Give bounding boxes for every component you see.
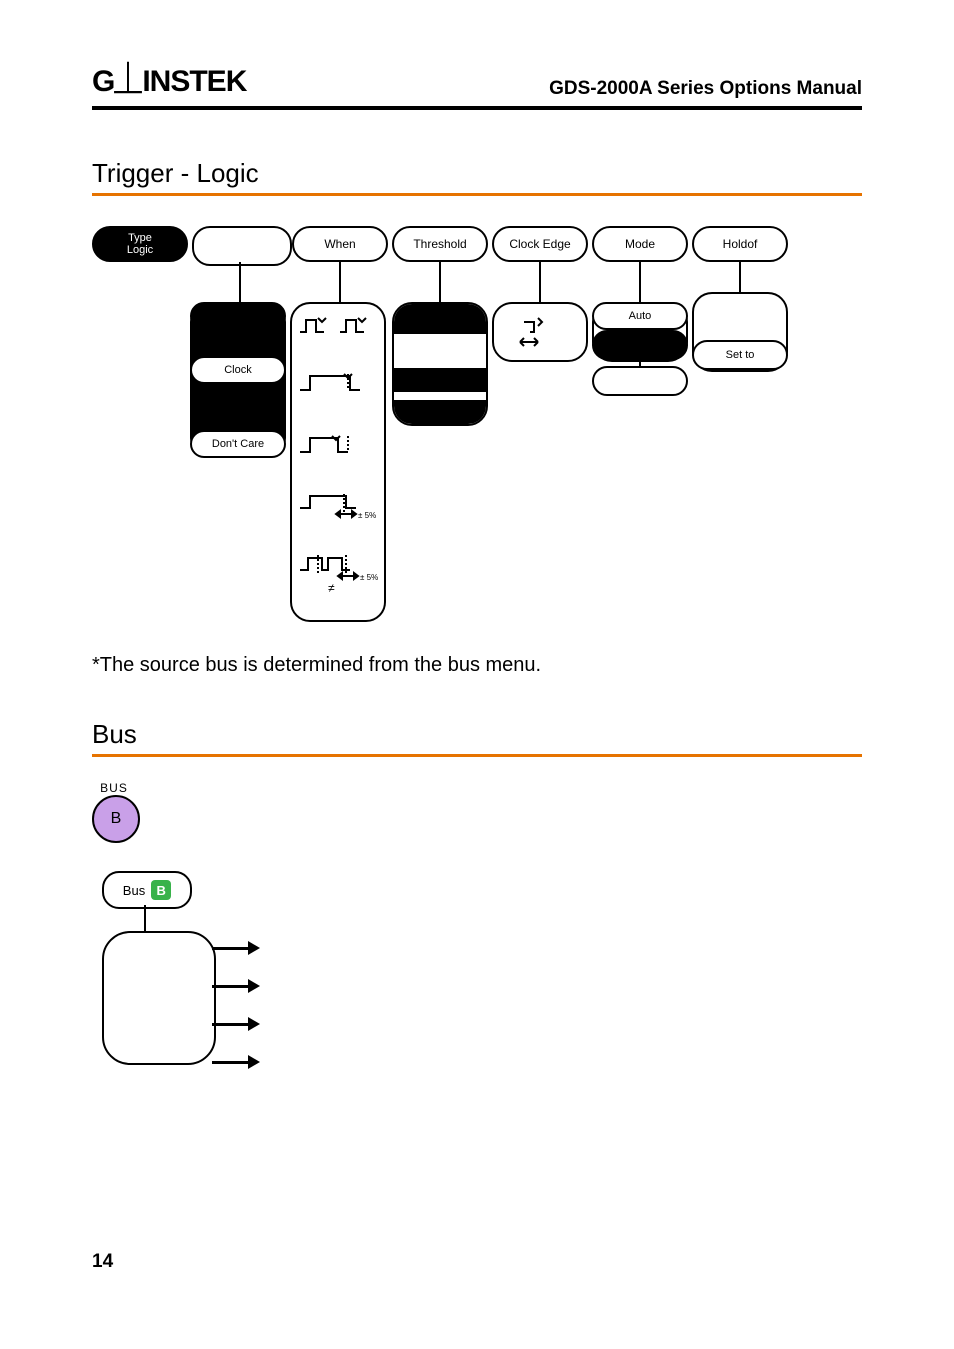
bus-button[interactable]: B [92, 795, 140, 843]
btn-mode: Mode [592, 226, 688, 262]
page-number: 14 [92, 1251, 862, 1273]
btn-threshold: Threshold [392, 226, 488, 262]
btn-clock-edge: Clock Edge [492, 226, 588, 262]
note-source-bus: *The source bus is determined from the b… [92, 654, 862, 677]
bus-target-box [102, 931, 216, 1065]
bus-pill: Bus B [102, 871, 192, 909]
threshold-group [392, 302, 488, 426]
manual-title: GDS-2000A Series Options Manual [549, 78, 862, 100]
mode-extra [592, 366, 688, 396]
wave-row-5: ± 5% ≠ [298, 552, 382, 594]
bus-diagram: Bus B [92, 871, 392, 1131]
opt-h [190, 302, 286, 330]
opt-x [190, 384, 286, 412]
wave-row-1 [298, 312, 378, 338]
bus-label: BUS [92, 781, 136, 795]
mode-auto: Auto [592, 302, 688, 330]
bus-button-text: B [111, 810, 122, 828]
brand-logo: G⏊INSTEK [92, 56, 246, 100]
mode-dark [592, 330, 688, 360]
btn-type-line2: Logic [127, 244, 153, 256]
btn-type-logic: Type Logic [92, 226, 188, 262]
opt-dont-care: Don't Care [190, 430, 286, 458]
opt-clock: Clock [190, 356, 286, 384]
wave-row-4: ± 5% [298, 490, 378, 522]
svg-text:± 5%: ± 5% [358, 511, 376, 520]
wave-row-2 [298, 370, 378, 396]
svg-text:≠: ≠ [328, 581, 335, 594]
bus-pill-text: Bus [123, 883, 145, 898]
section-title-trigger-logic: Trigger - Logic [92, 158, 862, 196]
btn-when: When [292, 226, 388, 262]
btn-type-line1: Type [128, 232, 152, 244]
btn-holdof: Holdof [692, 226, 788, 262]
btn-blank [192, 226, 292, 266]
trigger-logic-diagram: Type Logic When Threshold Clock Edge Mod… [92, 216, 862, 636]
section-title-bus: Bus [92, 719, 862, 757]
bus-block: BUS B [92, 781, 862, 843]
opt-l [190, 330, 286, 358]
svg-text:± 5%: ± 5% [360, 573, 378, 582]
wave-row-3 [298, 432, 378, 458]
clock-edge-group [492, 302, 588, 362]
holdof-set-to: Set to [692, 340, 788, 370]
bus-pill-badge: B [151, 880, 171, 900]
page-header: G⏊INSTEK GDS-2000A Series Options Manual [92, 56, 862, 110]
